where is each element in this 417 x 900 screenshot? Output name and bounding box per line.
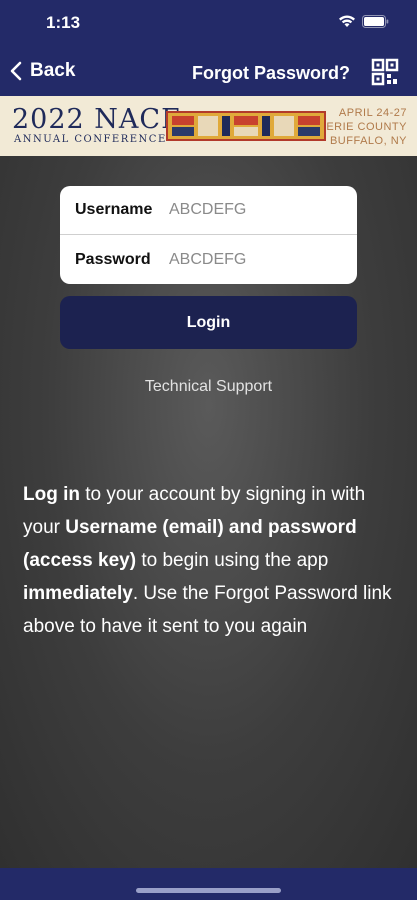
technical-support-link[interactable]: Technical Support [0, 378, 417, 396]
status-icons [338, 15, 389, 33]
info-text-2: to begin using the app [136, 550, 329, 571]
banner-artwork [166, 111, 326, 141]
banner-location-line: ERIE COUNTY [326, 121, 407, 133]
username-row: Username [60, 186, 357, 235]
battery-icon [362, 15, 389, 33]
password-row: Password [60, 235, 357, 284]
wifi-icon [338, 15, 356, 33]
password-label: Password [75, 250, 151, 268]
login-button[interactable]: Login [60, 296, 357, 349]
username-input[interactable] [169, 201, 349, 219]
qr-code-button[interactable] [371, 58, 399, 86]
password-input[interactable] [169, 250, 349, 269]
nav-bar: Back Forgot Password? [0, 46, 417, 96]
info-bold-login: Log in [23, 484, 80, 505]
banner-date-line: APRIL 24-27 [338, 107, 407, 119]
login-instructions: Log in to your account by signing in wit… [23, 478, 393, 643]
back-label: Back [30, 60, 76, 81]
info-bold-immediately: immediately [23, 583, 133, 604]
banner-subtitle: ANNUAL CONFERENCE [14, 134, 167, 145]
banner-city-line: BUFFALO, NY [329, 135, 407, 147]
username-label: Username [75, 201, 153, 218]
forgot-password-link[interactable]: Forgot Password? [192, 63, 350, 84]
qr-code-icon [371, 58, 399, 86]
banner-title: 2022 NACE [12, 104, 182, 135]
login-form: Username Password [60, 186, 357, 284]
conference-banner: 2022 NACE ANNUAL CONFERENCE APRIL 24-27 … [0, 96, 417, 156]
back-button[interactable]: Back [10, 60, 75, 82]
status-bar: 1:13 [0, 0, 417, 46]
home-indicator[interactable] [136, 888, 281, 893]
status-time: 1:13 [46, 13, 81, 32]
chevron-left-icon [10, 61, 22, 81]
login-content: Username Password Login Technical Suppor… [0, 156, 417, 868]
banner-date: APRIL 24-27 ERIE COUNTY BUFFALO, NY [326, 106, 407, 148]
bottom-bar [0, 868, 417, 900]
